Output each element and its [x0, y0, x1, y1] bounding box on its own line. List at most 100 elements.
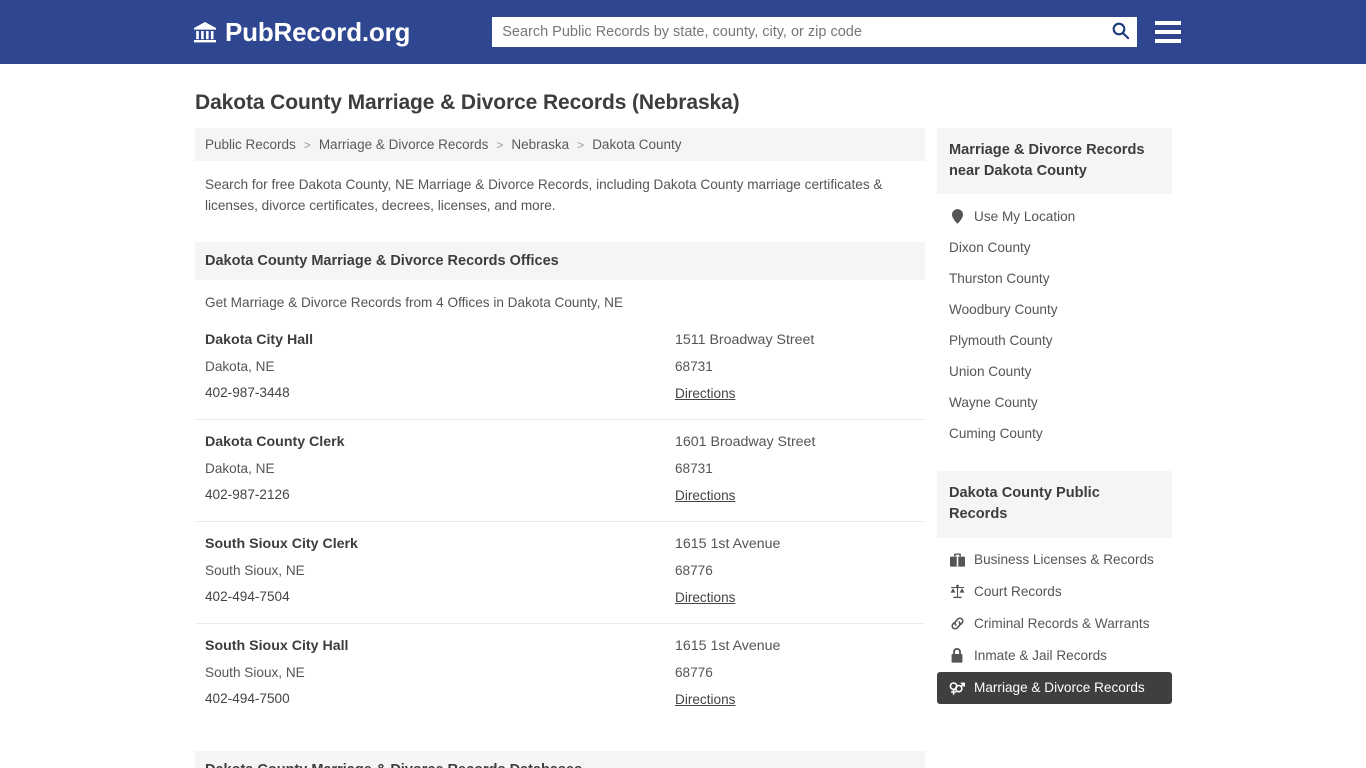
- office-street: 1511 Broadway Street: [675, 332, 815, 349]
- sidebar-item-use-my-location[interactable]: Use My Location: [937, 200, 1172, 232]
- sidebar-item-label: Thurston County: [949, 271, 1050, 287]
- office-address: 1615 1st Avenue 68776 Directions: [675, 638, 915, 709]
- office-name: South Sioux City Clerk: [205, 536, 358, 553]
- table-row: Dakota County Clerk Dakota, NE 402-987-2…: [195, 420, 925, 523]
- sidebar-item-label: Business Licenses & Records: [974, 552, 1154, 568]
- office-address: 1601 Broadway Street 68731 Directions: [675, 434, 915, 505]
- header-right: [492, 17, 1190, 47]
- sidebar-item-label: Court Records: [974, 584, 1062, 600]
- office-info: South Sioux City Hall South Sioux, NE 40…: [205, 638, 675, 709]
- site-logo-link[interactable]: PubRecord.org: [193, 17, 410, 48]
- breadcrumb-separator: >: [577, 137, 585, 152]
- search-input[interactable]: [492, 17, 1138, 47]
- breadcrumb: Public Records > Marriage & Divorce Reco…: [195, 128, 925, 161]
- list-item: Marriage & Divorce Records: [937, 671, 1172, 704]
- office-city-state: South Sioux, NE: [205, 665, 305, 681]
- main-content: Public Records > Marriage & Divorce Reco…: [195, 128, 925, 768]
- page-title: Dakota County Marriage & Divorce Records…: [195, 91, 740, 114]
- office-zip: 68776: [675, 563, 713, 579]
- sidebar-item-label: Union County: [949, 364, 1032, 380]
- office-phone[interactable]: 402-987-2126: [205, 487, 675, 502]
- sidebar: Marriage & Divorce Records near Dakota C…: [937, 128, 1172, 712]
- content-columns: Public Records > Marriage & Divorce Reco…: [195, 128, 1172, 768]
- sidebar-item-label: Woodbury County: [949, 302, 1058, 318]
- list-item: Union County: [937, 356, 1172, 387]
- sidebar-item-label: Marriage & Divorce Records: [974, 680, 1145, 696]
- breadcrumb-item-public-records[interactable]: Public Records: [205, 137, 296, 152]
- sidebar-item-thurston-county[interactable]: Thurston County: [937, 263, 1172, 294]
- sidebar-nearby-box: Marriage & Divorce Records near Dakota C…: [937, 128, 1172, 449]
- sidebar-item-marriage-divorce-records[interactable]: Marriage & Divorce Records: [937, 671, 1172, 704]
- table-row: South Sioux City Hall South Sioux, NE 40…: [195, 624, 925, 725]
- map-pin-icon: [949, 208, 965, 224]
- directions-link[interactable]: Directions: [675, 590, 735, 605]
- office-street: 1615 1st Avenue: [675, 638, 781, 655]
- hamburger-bar: [1155, 39, 1182, 43]
- office-phone[interactable]: 402-494-7504: [205, 589, 675, 604]
- breadcrumb-item-nebraska[interactable]: Nebraska: [511, 137, 569, 152]
- office-phone[interactable]: 402-987-3448: [205, 385, 675, 400]
- sidebar-item-label: Cuming County: [949, 426, 1043, 442]
- search-button[interactable]: [1109, 21, 1131, 43]
- office-zip: 68731: [675, 461, 713, 477]
- sidebar-item-cuming-county[interactable]: Cuming County: [937, 418, 1172, 449]
- office-info: Dakota County Clerk Dakota, NE 402-987-2…: [205, 434, 675, 505]
- site-header: PubRecord.org: [0, 0, 1366, 64]
- offices-list: Dakota City Hall Dakota, NE 402-987-3448…: [195, 318, 925, 725]
- sidebar-nearby-list: Use My Location Dixon County Thurston Co…: [937, 194, 1172, 449]
- briefcase-icon: [949, 552, 965, 568]
- sidebar-item-criminal-records[interactable]: Criminal Records & Warrants: [937, 608, 1172, 640]
- page-intro-text: Search for free Dakota County, NE Marria…: [205, 177, 883, 213]
- search-bar: [492, 17, 1138, 47]
- list-item: Inmate & Jail Records: [937, 640, 1172, 672]
- list-item: Court Records: [937, 576, 1172, 608]
- gender-symbols-icon: [949, 680, 965, 696]
- breadcrumb-item-dakota-county[interactable]: Dakota County: [592, 137, 681, 152]
- sidebar-item-inmate-jail-records[interactable]: Inmate & Jail Records: [937, 640, 1172, 672]
- office-city-state: Dakota, NE: [205, 359, 275, 375]
- sidebar-item-label: Dixon County: [949, 240, 1031, 256]
- hamburger-menu-icon[interactable]: [1155, 21, 1182, 43]
- office-street: 1615 1st Avenue: [675, 536, 781, 553]
- office-city-state: Dakota, NE: [205, 461, 275, 477]
- sidebar-item-woodbury-county[interactable]: Woodbury County: [937, 294, 1172, 325]
- directions-link[interactable]: Directions: [675, 386, 735, 401]
- office-address: 1615 1st Avenue 68776 Directions: [675, 536, 915, 607]
- office-city-state: South Sioux, NE: [205, 563, 305, 579]
- office-street: 1601 Broadway Street: [675, 434, 816, 451]
- office-name: Dakota County Clerk: [205, 434, 345, 451]
- sidebar-item-wayne-county[interactable]: Wayne County: [937, 387, 1172, 418]
- sidebar-item-business-licenses[interactable]: Business Licenses & Records: [937, 544, 1172, 576]
- sidebar-item-dixon-county[interactable]: Dixon County: [937, 232, 1172, 263]
- list-item: Criminal Records & Warrants: [937, 608, 1172, 640]
- office-name: Dakota City Hall: [205, 332, 314, 349]
- directions-link[interactable]: Directions: [675, 488, 735, 503]
- sidebar-records-box: Dakota County Public Records Business Li…: [937, 471, 1172, 704]
- sidebar-item-label: Criminal Records & Warrants: [974, 616, 1150, 632]
- scales-icon: [949, 584, 965, 600]
- chain-link-icon: [949, 616, 965, 632]
- breadcrumb-item-marriage-divorce-records[interactable]: Marriage & Divorce Records: [319, 137, 489, 152]
- brand-name: PubRecord.org: [225, 16, 411, 47]
- sidebar-item-label: Inmate & Jail Records: [974, 648, 1107, 664]
- office-zip: 68731: [675, 359, 713, 375]
- office-zip: 68776: [675, 665, 713, 681]
- sidebar-item-union-county[interactable]: Union County: [937, 356, 1172, 387]
- directions-link[interactable]: Directions: [675, 692, 735, 707]
- bank-icon: [193, 20, 217, 44]
- sidebar-item-plymouth-county[interactable]: Plymouth County: [937, 325, 1172, 356]
- breadcrumb-separator: >: [496, 137, 504, 152]
- sidebar-item-label: Plymouth County: [949, 333, 1053, 349]
- office-phone[interactable]: 402-494-7500: [205, 691, 675, 706]
- list-item: Use My Location: [937, 200, 1172, 232]
- list-item: Business Licenses & Records: [937, 544, 1172, 576]
- sidebar-nearby-heading: Marriage & Divorce Records near Dakota C…: [937, 128, 1172, 195]
- hamburger-bar: [1155, 21, 1182, 25]
- table-row: South Sioux City Clerk South Sioux, NE 4…: [195, 522, 925, 625]
- offices-section-subtitle: Get Marriage & Divorce Records from 4 Of…: [205, 295, 624, 311]
- list-item: Dixon County: [937, 232, 1172, 263]
- office-info: South Sioux City Clerk South Sioux, NE 4…: [205, 536, 675, 607]
- table-row: Dakota City Hall Dakota, NE 402-987-3448…: [195, 318, 925, 421]
- hamburger-bar: [1155, 30, 1182, 34]
- sidebar-item-court-records[interactable]: Court Records: [937, 576, 1172, 608]
